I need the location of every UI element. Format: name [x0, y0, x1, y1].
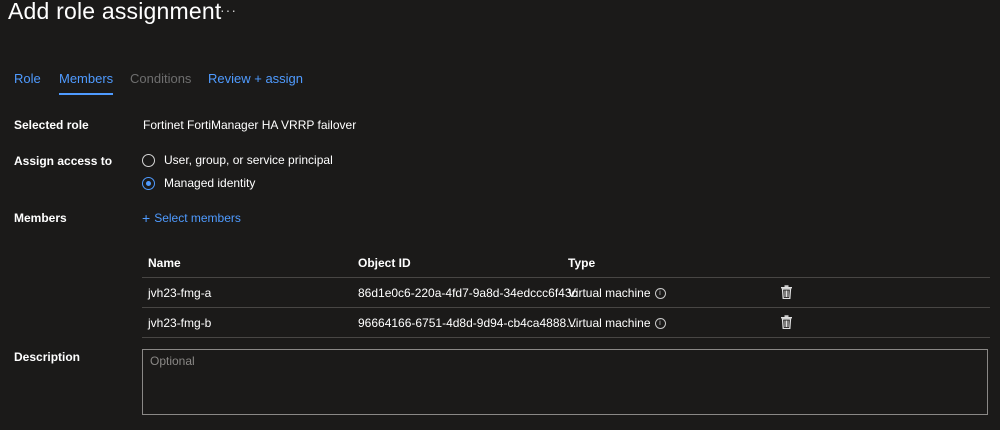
radio-label: User, group, or service principal	[164, 153, 333, 167]
radio-user-group-service-principal[interactable]: User, group, or service principal	[142, 153, 333, 167]
trash-icon[interactable]	[780, 285, 793, 299]
tab-role[interactable]: Role	[14, 71, 41, 95]
radio-label: Managed identity	[164, 176, 256, 190]
member-type-cell: Virtual machine i	[568, 316, 666, 330]
select-members-link[interactable]: + Select members	[142, 210, 241, 226]
member-object-id: 96664166-6751-4d8d-9d94-cb4ca4888...	[358, 316, 577, 330]
table-header: Name Object ID Type	[142, 251, 990, 278]
tab-conditions: Conditions	[130, 71, 192, 86]
table-row: jvh23-fmg-b 96664166-6751-4d8d-9d94-cb4c…	[142, 308, 990, 338]
tab-review-assign[interactable]: Review + assign	[208, 71, 303, 95]
description-label: Description	[14, 350, 81, 364]
description-textarea[interactable]	[142, 349, 988, 415]
radio-managed-identity[interactable]: Managed identity	[142, 176, 255, 190]
column-header-object-id: Object ID	[358, 256, 411, 270]
add-role-assignment-page: Add role assignment ··· Role Members Con…	[0, 0, 1000, 430]
member-type: Virtual machine	[568, 316, 651, 330]
radio-checked-icon[interactable]	[142, 176, 155, 190]
more-icon[interactable]: ···	[220, 2, 237, 18]
plus-icon: +	[142, 210, 151, 226]
column-header-name: Name	[148, 256, 181, 270]
member-name: jvh23-fmg-a	[148, 286, 212, 300]
assign-access-label: Assign access to	[14, 154, 113, 168]
members-label: Members	[14, 211, 67, 225]
radio-unchecked-icon[interactable]	[142, 153, 155, 167]
select-members-label: Select members	[154, 211, 241, 225]
column-header-type: Type	[568, 256, 596, 270]
members-table: Name Object ID Type jvh23-fmg-a 86d1e0c6…	[142, 251, 990, 338]
info-icon[interactable]: i	[654, 288, 666, 300]
trash-icon[interactable]	[780, 315, 793, 329]
table-row: jvh23-fmg-a 86d1e0c6-220a-4fd7-9a8d-34ed…	[142, 278, 990, 308]
selected-role-value: Fortinet FortiManager HA VRRP failover	[143, 118, 357, 132]
page-title: Add role assignment	[8, 0, 222, 24]
member-name: jvh23-fmg-b	[148, 316, 212, 330]
tab-members[interactable]: Members	[59, 71, 114, 95]
info-icon[interactable]: i	[654, 318, 666, 330]
member-type-cell: Virtual machine i	[568, 286, 666, 300]
member-object-id: 86d1e0c6-220a-4fd7-9a8d-34edccc6f43c	[358, 286, 578, 300]
selected-role-label: Selected role	[14, 118, 89, 132]
member-type: Virtual machine	[568, 286, 651, 300]
